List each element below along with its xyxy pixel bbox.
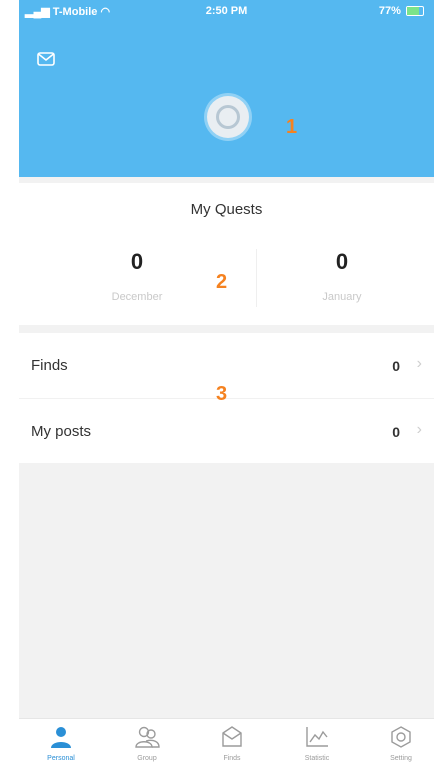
- chevron-right-icon: ›: [416, 421, 422, 438]
- battery-icon: [406, 6, 424, 17]
- list-item-count: 0: [392, 358, 400, 374]
- annotation-marker-3: 3: [216, 383, 228, 405]
- tab-group[interactable]: Group: [117, 725, 177, 773]
- tab-label: Personal: [47, 755, 75, 762]
- tab-bar: Personal Group Finds Statistic Setting: [19, 718, 434, 774]
- quests-card: My Quests 0 December 0 January 2: [19, 183, 434, 325]
- list-item-label: My posts: [31, 423, 92, 440]
- quest-count: 0: [335, 249, 349, 274]
- annotation-marker-2: 2: [216, 271, 228, 293]
- profile-header: ▂▄▆ T-Mobile ◠ 2:50 PM 77% 1: [19, 0, 434, 177]
- tab-setting[interactable]: Setting: [371, 725, 431, 773]
- quest-column-january[interactable]: 0 January: [252, 249, 432, 303]
- status-bar: ▂▄▆ T-Mobile ◠ 2:50 PM 77%: [19, 0, 434, 22]
- chevron-right-icon: ›: [416, 355, 422, 372]
- mail-icon[interactable]: [37, 52, 55, 66]
- avatar-placeholder-icon: [216, 105, 240, 129]
- quest-month: January: [322, 291, 362, 303]
- annotation-marker-1: 1: [286, 116, 298, 138]
- avatar[interactable]: [207, 96, 249, 138]
- finds-icon: [222, 726, 242, 747]
- quest-column-december[interactable]: 0 December: [47, 249, 227, 303]
- quests-title: My Quests: [190, 201, 263, 218]
- list-item-label: Finds: [31, 357, 68, 374]
- tab-label: Finds: [223, 755, 241, 762]
- clock: 2:50 PM: [205, 5, 248, 17]
- list-item-my-posts[interactable]: My posts 0 ›: [19, 399, 434, 463]
- battery-status: 77%: [379, 5, 424, 17]
- setting-icon: [391, 726, 411, 748]
- tab-statistic[interactable]: Statistic: [287, 725, 347, 773]
- quest-month: December: [111, 291, 163, 303]
- app-screen: ▂▄▆ T-Mobile ◠ 2:50 PM 77% 1 My Quests 0…: [19, 0, 434, 774]
- tab-label: Statistic: [304, 755, 330, 762]
- person-icon: [51, 727, 71, 748]
- tab-personal[interactable]: Personal: [31, 725, 91, 773]
- tab-label: Setting: [390, 755, 412, 762]
- tab-finds[interactable]: Finds: [202, 725, 262, 773]
- tab-label: Group: [137, 755, 157, 762]
- profile-list: Finds 0 › My posts 0 › 3: [19, 333, 434, 463]
- list-item-count: 0: [392, 424, 400, 440]
- chart-icon: [306, 727, 328, 747]
- quest-count: 0: [130, 249, 144, 274]
- group-icon: [135, 726, 160, 748]
